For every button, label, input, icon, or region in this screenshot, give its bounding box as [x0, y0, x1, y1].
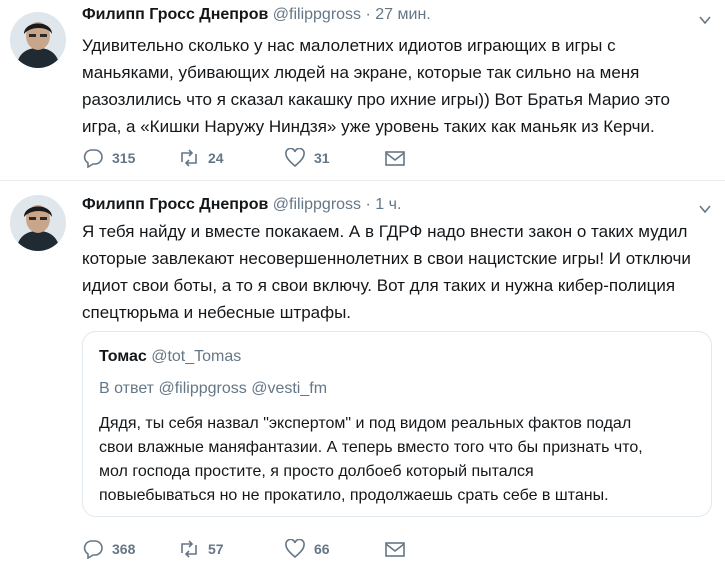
tweet-text-line: разозлились что я сказал какашку про ихн… — [82, 90, 670, 109]
tweet-text-line: игра, а «Кишки Наружу Ниндзя» уже уровен… — [82, 117, 655, 136]
reply-mention[interactable]: @filippgross — [158, 380, 246, 397]
quote-author-handle[interactable]: @tot_Tomas — [151, 348, 241, 365]
tweet-text-line: спецтюрьма и небесные штрафы. — [82, 303, 352, 322]
reply-count: 368 — [112, 541, 136, 557]
author-name[interactable]: Филипп Гросс Днепров — [82, 6, 268, 23]
tweet-text: Я тебя найду и вместе покакаем. А в ГДРФ… — [82, 218, 712, 326]
author-name[interactable]: Филипп Гросс Днепров — [82, 196, 268, 213]
reply-mention[interactable]: @vesti_fm — [251, 380, 327, 397]
separator: · — [365, 196, 371, 213]
tweet-text: Удивительно сколько у нас малолетних иди… — [82, 32, 712, 140]
author-handle[interactable]: @filippgross — [273, 196, 361, 213]
reply-prefix: В ответ — [99, 380, 155, 397]
retweet-button[interactable]: 24 — [178, 148, 224, 168]
tweet-text-line: маньяками, убивающих людей на экране, ко… — [82, 63, 640, 82]
quote-text: Дядя, ты себя назвал "экспертом" и под в… — [99, 412, 699, 508]
tweet-actions: 315 24 31 — [82, 148, 712, 172]
tweet-text-line: Я тебя найду и вместе покакаем. А в ГДРФ… — [82, 222, 688, 241]
tweet-text-line: Удивительно сколько у нас малолетних иди… — [82, 36, 616, 55]
like-button[interactable]: 31 — [284, 148, 330, 168]
like-count: 66 — [314, 541, 330, 557]
author-avatar[interactable] — [10, 12, 66, 68]
tweet-text-line: идиот свои боты, а то я свои включу. Вот… — [82, 276, 676, 295]
quote-author-name[interactable]: Томас — [99, 348, 147, 365]
tweet-text-line: которые завлекают несовершеннолетних в с… — [82, 249, 691, 268]
quote-text-line: мол господа простите, я просто долбоеб к… — [99, 463, 534, 480]
reply-icon — [83, 540, 103, 559]
chevron-down-icon[interactable] — [699, 203, 711, 215]
reply-context: В ответ @filippgross @vesti_fm — [99, 380, 327, 398]
like-button[interactable]: 66 — [284, 539, 330, 559]
author-avatar[interactable] — [10, 195, 66, 251]
like-icon — [285, 539, 305, 559]
tweet-time[interactable]: 27 мин. — [375, 6, 430, 23]
dm-icon — [385, 151, 405, 166]
like-icon — [285, 148, 305, 168]
tweet-header: Филипп Гросс Днепров @filippgross · 27 м… — [82, 6, 431, 24]
dm-icon — [385, 542, 405, 557]
reply-button[interactable]: 368 — [82, 539, 135, 559]
quote-text-line: повыебываться но не прокатило, продолжае… — [99, 487, 609, 504]
quote-header: Томас @tot_Tomas — [99, 348, 241, 366]
reply-button[interactable]: 315 — [82, 148, 135, 168]
like-count: 31 — [314, 150, 330, 166]
tweet-actions: 368 57 66 — [82, 539, 712, 563]
reply-icon — [83, 149, 103, 168]
separator: · — [365, 6, 371, 23]
dm-button[interactable] — [384, 539, 414, 559]
retweet-count: 57 — [208, 541, 224, 557]
retweet-count: 24 — [208, 150, 224, 166]
quoted-tweet[interactable]: Томас @tot_Tomas В ответ @filippgross @v… — [82, 331, 712, 517]
tweet-time[interactable]: 1 ч. — [375, 196, 401, 213]
dm-button[interactable] — [384, 148, 414, 168]
author-handle[interactable]: @filippgross — [273, 6, 361, 23]
tweet-header: Филипп Гросс Днепров @filippgross · 1 ч. — [82, 196, 401, 214]
quote-text-line: свои влажные маняфантазии. А теперь вмес… — [99, 439, 643, 456]
reply-count: 315 — [112, 150, 136, 166]
retweet-icon — [181, 149, 197, 167]
retweet-icon — [181, 540, 197, 558]
chevron-down-icon[interactable] — [699, 14, 711, 26]
tweet-1: Филипп Гросс Днепров @filippgross · 27 м… — [0, 0, 725, 180]
tweet-2: Филипп Гросс Днепров @filippgross · 1 ч.… — [0, 181, 725, 559]
retweet-button[interactable]: 57 — [178, 539, 224, 559]
quote-text-line: Дядя, ты себя назвал "экспертом" и под в… — [99, 415, 632, 432]
